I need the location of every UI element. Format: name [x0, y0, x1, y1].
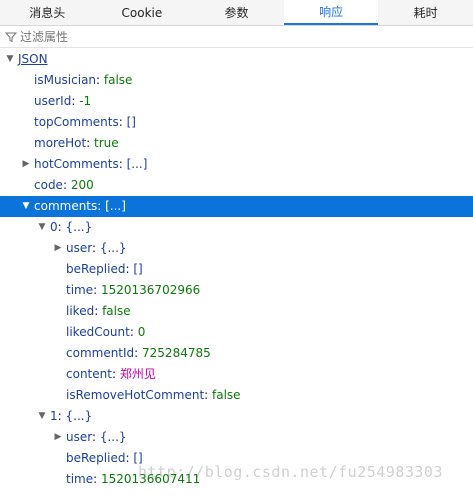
tab-headers[interactable]: 消息头	[0, 0, 95, 25]
json-key: liked	[66, 304, 95, 318]
json-key: beReplied	[66, 262, 126, 276]
filter-icon	[5, 32, 17, 43]
tree-row[interactable]: commentId: 725284785	[0, 343, 473, 364]
json-value: false	[102, 304, 131, 318]
json-key: user	[66, 241, 92, 255]
tree-row[interactable]: isRemoveHotComment: false	[0, 385, 473, 406]
tree-row[interactable]: ▼ 0: {...}	[0, 217, 473, 238]
json-value: {...}	[65, 220, 93, 234]
json-key: hotComments	[34, 157, 119, 171]
tree-row[interactable]: ▼ 1: {...}	[0, 406, 473, 427]
tab-timings[interactable]: 耗时	[378, 0, 473, 25]
root-label: JSON	[18, 52, 48, 66]
tree-row[interactable]: ▶ user: {...}	[0, 238, 473, 259]
tree-row-selected[interactable]: ▼ comments: [...]	[0, 196, 473, 217]
json-key: topComments	[34, 115, 119, 129]
json-key: moreHot	[34, 136, 87, 150]
expanded-triangle-icon[interactable]: ▼	[5, 49, 15, 70]
json-value: {...}	[99, 241, 127, 255]
json-value: 1520136702966	[100, 283, 201, 297]
tree-row[interactable]: ▶ user: {...}	[0, 427, 473, 448]
json-value: 725284785	[142, 346, 211, 360]
tree-row[interactable]: userId: -1	[0, 91, 473, 112]
filter-bar	[0, 27, 473, 48]
json-key: 1	[50, 409, 58, 423]
tree-row[interactable]: likedCount: 0	[0, 322, 473, 343]
json-value: {...}	[65, 409, 93, 423]
expanded-triangle-icon[interactable]: ▼	[37, 217, 47, 238]
tree-row[interactable]: beReplied: []	[0, 259, 473, 280]
watermark-text: http://blog.csdn.net/fu254983303	[138, 463, 443, 481]
collapsed-triangle-icon[interactable]: ▶	[53, 238, 63, 259]
tree-row[interactable]: moreHot: true	[0, 133, 473, 154]
json-key: 0	[50, 220, 58, 234]
tree-row[interactable]: time: 1520136702966	[0, 280, 473, 301]
tab-response[interactable]: 响应	[283, 0, 379, 25]
tree-row[interactable]: ▶ hotComments: [...]	[0, 154, 473, 175]
json-value: 200	[70, 178, 94, 192]
json-value: false	[103, 73, 133, 87]
filter-input[interactable]	[20, 30, 440, 44]
json-key: userId	[34, 94, 72, 108]
json-key: isMusician	[34, 73, 97, 87]
json-key: content	[66, 367, 112, 381]
json-key: time	[66, 472, 94, 486]
json-value: false	[212, 388, 241, 402]
tree-row[interactable]: code: 200	[0, 175, 473, 196]
collapsed-triangle-icon[interactable]: ▶	[53, 427, 63, 448]
tab-bar: 消息头 Cookie 参数 响应 耗时	[0, 0, 473, 26]
json-key: beReplied	[66, 451, 126, 465]
json-value: []	[126, 115, 136, 129]
json-key: isRemoveHotComment	[66, 388, 205, 402]
json-value: []	[133, 262, 143, 276]
json-value: [...]	[126, 157, 148, 171]
json-key: comments	[34, 199, 98, 213]
tree-row[interactable]: content: 郑州见	[0, 364, 473, 385]
json-value: [...]	[105, 199, 126, 213]
json-value: true	[94, 136, 119, 150]
json-value: -1	[79, 94, 92, 108]
tab-params[interactable]: 参数	[189, 0, 284, 25]
json-key: commentId	[66, 346, 135, 360]
tab-cookie[interactable]: Cookie	[95, 0, 190, 25]
tree-row[interactable]: liked: false	[0, 301, 473, 322]
tree-root-row[interactable]: ▼ JSON	[0, 49, 473, 70]
json-tree: ▼ JSON isMusician: false userId: -1 topC…	[0, 49, 473, 490]
collapsed-triangle-icon[interactable]: ▶	[21, 154, 31, 175]
json-value: {...}	[99, 430, 127, 444]
json-value: 0	[137, 325, 146, 339]
json-key: code	[34, 178, 63, 192]
tree-row[interactable]: isMusician: false	[0, 70, 473, 91]
json-key: user	[66, 430, 92, 444]
tree-row[interactable]: topComments: []	[0, 112, 473, 133]
json-key: likedCount	[66, 325, 130, 339]
json-value: 郑州见	[119, 367, 156, 381]
expanded-triangle-icon[interactable]: ▼	[37, 406, 47, 427]
expanded-triangle-icon[interactable]: ▼	[21, 196, 31, 217]
json-key: time	[66, 283, 94, 297]
